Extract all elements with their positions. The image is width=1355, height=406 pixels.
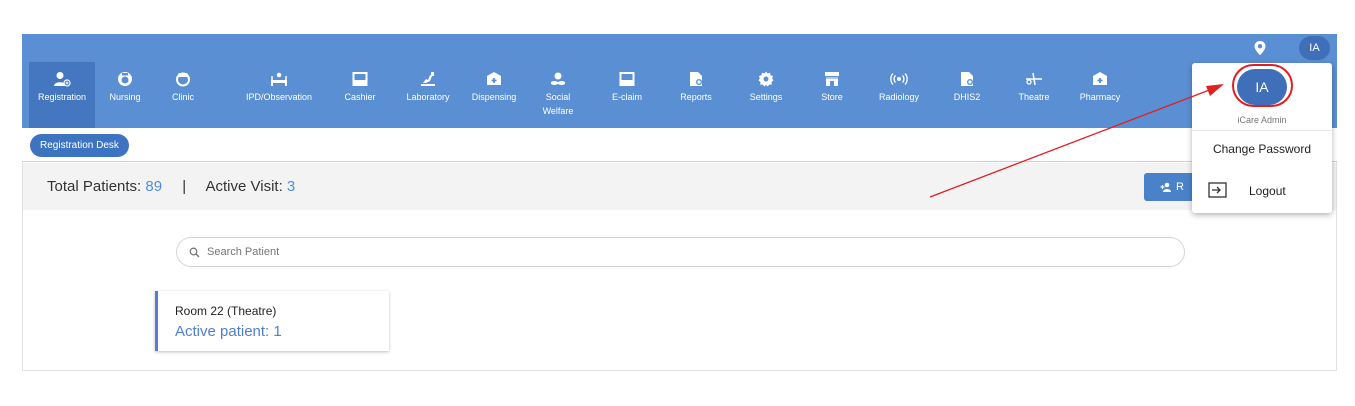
nav-label: Theatre	[1018, 92, 1050, 102]
nav-item-store[interactable]: Store	[808, 62, 856, 128]
nav-label: Social	[545, 92, 571, 102]
search-icon	[189, 247, 200, 258]
doctor-icon	[176, 72, 190, 87]
sub-nav-bar	[22, 128, 1337, 162]
room-name: Room 22 (Theatre)	[175, 304, 277, 318]
nav-label: Reports	[680, 92, 712, 102]
nav-item-dhis2[interactable]: DHIS2	[944, 62, 990, 128]
change-password-item[interactable]: Change Password	[1192, 142, 1332, 156]
user-menu-name: iCare Admin	[1237, 115, 1287, 125]
total-patients-value: 89	[145, 178, 163, 195]
nav-label: Dispensing	[471, 92, 517, 102]
highlight-circle	[1232, 64, 1293, 107]
document-icon	[961, 72, 973, 86]
register-button-label: R	[1176, 181, 1184, 193]
room-active-count: Active patient: 1	[175, 323, 282, 340]
nav-label: Clinic	[171, 92, 194, 102]
search-bar	[176, 237, 1185, 267]
nav-label: Cashier	[344, 92, 376, 102]
nav-label: Registration	[37, 92, 87, 102]
nav-label: DHIS2	[953, 92, 981, 102]
cash-register-icon	[352, 72, 368, 86]
stats-separator: |	[182, 178, 187, 195]
user-avatar-button[interactable]: IA	[1299, 36, 1330, 60]
active-visit-label: Active Visit:	[205, 178, 283, 195]
nav-label-line2: Welfare	[542, 106, 574, 116]
gear-icon	[758, 71, 774, 87]
nav-item-cashier[interactable]: Cashier	[334, 62, 386, 128]
microscope-icon	[421, 72, 435, 86]
user-menu-divider	[1192, 130, 1332, 131]
active-visit-value: 3	[286, 178, 296, 195]
medicine-box-icon	[487, 72, 501, 85]
nav-item-registration[interactable]: Registration	[29, 62, 95, 128]
hand-heart-icon	[551, 72, 565, 85]
nav-label: Laboratory	[406, 92, 450, 102]
patient-stats: Total Patients: 89 | Active Visit: 3	[47, 178, 295, 195]
registration-desk-chip[interactable]: Registration Desk	[30, 134, 129, 157]
nav-item-settings[interactable]: Settings	[740, 62, 792, 128]
nav-item-clinic[interactable]: Clinic	[158, 62, 208, 128]
search-input[interactable]	[207, 243, 1107, 261]
nav-item-radiology[interactable]: Radiology	[868, 62, 930, 128]
nav-label: Settings	[749, 92, 783, 102]
nav-label: IPD/Observation	[245, 92, 313, 102]
nav-label: E-claim	[611, 92, 642, 102]
top-bar	[22, 34, 1337, 62]
bed-icon	[271, 72, 287, 86]
logout-item[interactable]: Logout	[1249, 184, 1286, 198]
user-add-icon	[1160, 182, 1171, 193]
store-icon	[825, 72, 839, 86]
nav-label: Store	[821, 92, 843, 102]
nav-item-e-claim[interactable]: E-claim	[602, 62, 652, 128]
claim-icon	[619, 72, 635, 86]
room-card[interactable]: Room 22 (Theatre) Active patient: 1	[155, 291, 389, 351]
nav-label: Pharmacy	[1079, 92, 1121, 102]
nav-item-pharmacy[interactable]: Pharmacy	[1072, 62, 1128, 128]
nav-item-reports[interactable]: Reports	[672, 62, 720, 128]
nav-label: Radiology	[878, 92, 920, 102]
nav-item-ipd-observation[interactable]: IPD/Observation	[234, 62, 324, 128]
nav-label: Nursing	[109, 92, 141, 102]
user-add-icon	[54, 72, 71, 87]
map-pin-icon[interactable]	[1252, 40, 1268, 56]
logout-icon[interactable]	[1208, 182, 1228, 198]
medicine-box-icon	[1093, 72, 1107, 85]
nav-item-dispensing[interactable]: Dispensing	[460, 62, 528, 128]
radiation-icon	[890, 73, 908, 85]
nav-item-social-welfare[interactable]: Social Welfare	[536, 62, 580, 128]
nurse-icon	[118, 72, 132, 86]
nav-item-laboratory[interactable]: Laboratory	[396, 62, 460, 128]
report-icon	[690, 72, 702, 86]
module-nav: Registration Nursing Clinic IPD/Observat…	[22, 62, 1337, 128]
total-patients-label: Total Patients:	[47, 178, 142, 195]
scissors-icon	[1026, 72, 1042, 86]
nav-item-nursing[interactable]: Nursing	[100, 62, 150, 128]
nav-item-theatre[interactable]: Theatre	[1008, 62, 1060, 128]
